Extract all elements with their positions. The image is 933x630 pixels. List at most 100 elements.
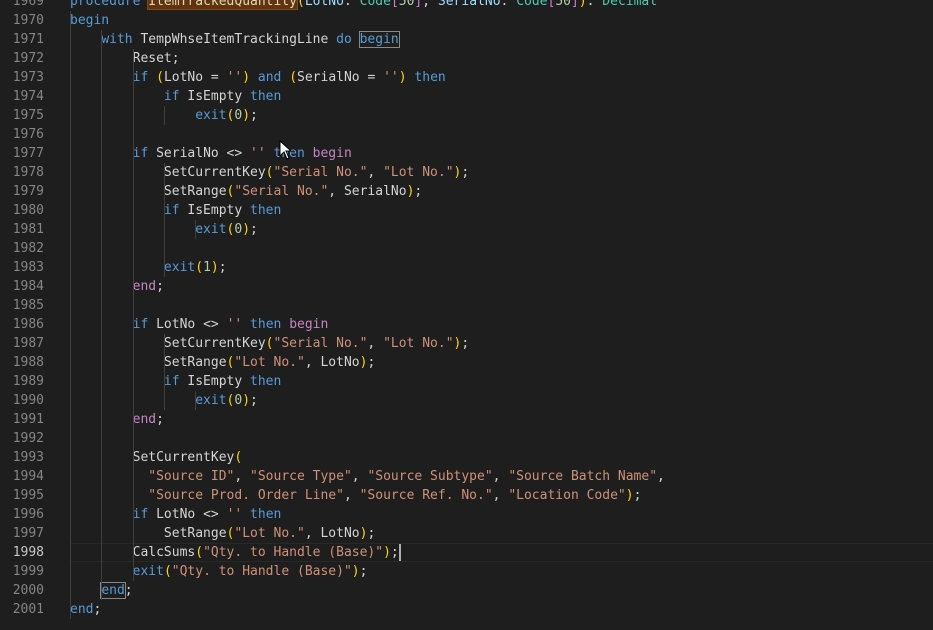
code-token: ): [242, 393, 251, 408]
code-token: if: [163, 374, 188, 389]
code-line[interactable]: 1976: [0, 125, 933, 144]
line-number: 1999: [12, 564, 44, 579]
code-line[interactable]: 1977 if SerialNo <> '' then begin: [0, 144, 933, 163]
code-line[interactable]: 1983 exit(1);: [0, 258, 933, 277]
code-line[interactable]: 1999 exit("Qty. to Handle (Base)");: [0, 562, 933, 581]
code-token: SetRange: [70, 355, 227, 370]
line-number: 1991: [12, 412, 44, 427]
code-line[interactable]: 1971 with TempWhseItemTrackingLine do be…: [0, 30, 933, 49]
line-number: 2000: [12, 583, 44, 598]
code-line[interactable]: 1991 end;: [0, 410, 933, 429]
code-token: TempWhseItemTrackingLine: [140, 32, 337, 47]
code-token: :: [500, 0, 517, 9]
code-token: (: [234, 450, 243, 465]
code-line[interactable]: 1997 SetRange("Lot No.", LotNo);: [0, 524, 933, 543]
code-text: if SerialNo <> '' then begin: [70, 144, 352, 163]
code-line[interactable]: 1979 SetRange("Serial No.", SerialNo);: [0, 182, 933, 201]
code-line[interactable]: 1990 exit(0);: [0, 391, 933, 410]
code-token: "Source Subtype": [367, 469, 493, 484]
code-token: ;: [156, 279, 164, 294]
code-token: SetRange: [70, 184, 227, 199]
code-line[interactable]: 1969 procedure ItemTrackedQuantity(LotNo:…: [0, 0, 933, 11]
code-token: "Lot No.": [234, 355, 305, 370]
line-number: 1982: [12, 241, 44, 256]
code-line[interactable]: 2000 end;: [0, 581, 933, 600]
code-token: if: [163, 203, 188, 218]
code-token: (: [265, 336, 274, 351]
code-token: "Location Code": [508, 488, 626, 503]
code-text: "Source ID", "Source Type", "Source Subt…: [70, 467, 665, 486]
line-number: 1995: [12, 488, 44, 503]
code-token: ;: [124, 583, 133, 598]
code-token: IsEmpty: [187, 89, 251, 104]
code-token: exit: [195, 108, 227, 123]
code-token: SetRange: [70, 526, 227, 541]
code-line[interactable]: 1989 if IsEmpty then: [0, 372, 933, 391]
code-token: ): [398, 70, 407, 85]
line-number: 1978: [12, 165, 44, 180]
code-line[interactable]: 1996 if LotNo <> '' then: [0, 505, 933, 524]
code-token: ;: [359, 564, 368, 579]
indent-guide: [132, 49, 134, 581]
code-line[interactable]: 1973 if (LotNo = '') and (SerialNo = '')…: [0, 68, 933, 87]
code-token: '': [250, 146, 274, 161]
code-line[interactable]: 1986 if LotNo <> '' then begin: [0, 315, 933, 334]
line-number: 1987: [12, 336, 44, 351]
code-line[interactable]: 1980 if IsEmpty then: [0, 201, 933, 220]
code-token: ,: [351, 469, 368, 484]
code-token: end: [132, 412, 157, 427]
code-line[interactable]: 1993 SetCurrentKey(: [0, 448, 933, 467]
code-token: do: [336, 32, 360, 47]
code-token: if: [132, 317, 157, 332]
code-token: '': [226, 507, 251, 522]
mouse-pointer-icon: [279, 140, 293, 160]
code-text: with TempWhseItemTrackingLine do begin: [70, 30, 400, 49]
code-text: begin: [70, 11, 109, 30]
code-editor[interactable]: 1969 procedure ItemTrackedQuantity(LotNo:…: [0, 0, 933, 619]
code-token: 1: [203, 260, 211, 275]
code-token: end: [70, 602, 94, 617]
code-token: Code: [516, 0, 548, 9]
code-line[interactable]: 1975 exit(0);: [0, 106, 933, 125]
line-number: 1985: [12, 298, 44, 313]
line-number: 1989: [12, 374, 44, 389]
code-line[interactable]: 1995 "Source Prod. Order Line", "Source …: [0, 486, 933, 505]
code-line[interactable]: 1985: [0, 296, 933, 315]
code-token: "Source Ref. No.": [359, 488, 493, 503]
code-text: if (LotNo = '') and (SerialNo = '') then: [70, 68, 446, 87]
code-token: ,: [492, 488, 509, 503]
code-line[interactable]: 1992: [0, 429, 933, 448]
code-token: ,: [367, 336, 384, 351]
code-line[interactable]: 1988 SetRange("Lot No.", LotNo);: [0, 353, 933, 372]
code-token: begin: [289, 317, 329, 332]
code-token: ,: [492, 469, 509, 484]
code-token: IsEmpty: [187, 374, 251, 389]
code-line[interactable]: 1974 if IsEmpty then: [0, 87, 933, 106]
code-token: with: [101, 32, 141, 47]
code-line[interactable]: 1970 begin: [0, 11, 933, 30]
code-line[interactable]: 1984 end;: [0, 277, 933, 296]
code-token: ,: [657, 469, 665, 484]
code-line[interactable]: 1998 CalcSums("Qty. to Handle (Base)");: [0, 543, 933, 562]
code-token: ,: [367, 165, 384, 180]
code-token: exit: [195, 222, 227, 237]
code-line[interactable]: 1981 exit(0);: [0, 220, 933, 239]
line-number: 1992: [12, 431, 44, 446]
code-line[interactable]: 2001 end;: [0, 600, 933, 619]
code-token: ;: [250, 393, 258, 408]
code-text: Reset;: [70, 49, 180, 68]
code-line[interactable]: 1978 SetCurrentKey("Serial No.", "Lot No…: [0, 163, 933, 182]
line-number: 1986: [12, 317, 44, 332]
code-line[interactable]: 1994 "Source ID", "Source Type", "Source…: [0, 467, 933, 486]
code-line[interactable]: 1972 Reset;: [0, 49, 933, 68]
code-token: ;: [414, 184, 423, 199]
code-line[interactable]: 1982: [0, 239, 933, 258]
code-token: SetCurrentKey: [70, 450, 235, 465]
text-cursor: [398, 544, 401, 561]
line-number: 1977: [12, 146, 44, 161]
code-token: begin: [312, 146, 352, 161]
code-line[interactable]: 1987 SetCurrentKey("Serial No.", "Lot No…: [0, 334, 933, 353]
code-token: ;: [367, 526, 376, 541]
